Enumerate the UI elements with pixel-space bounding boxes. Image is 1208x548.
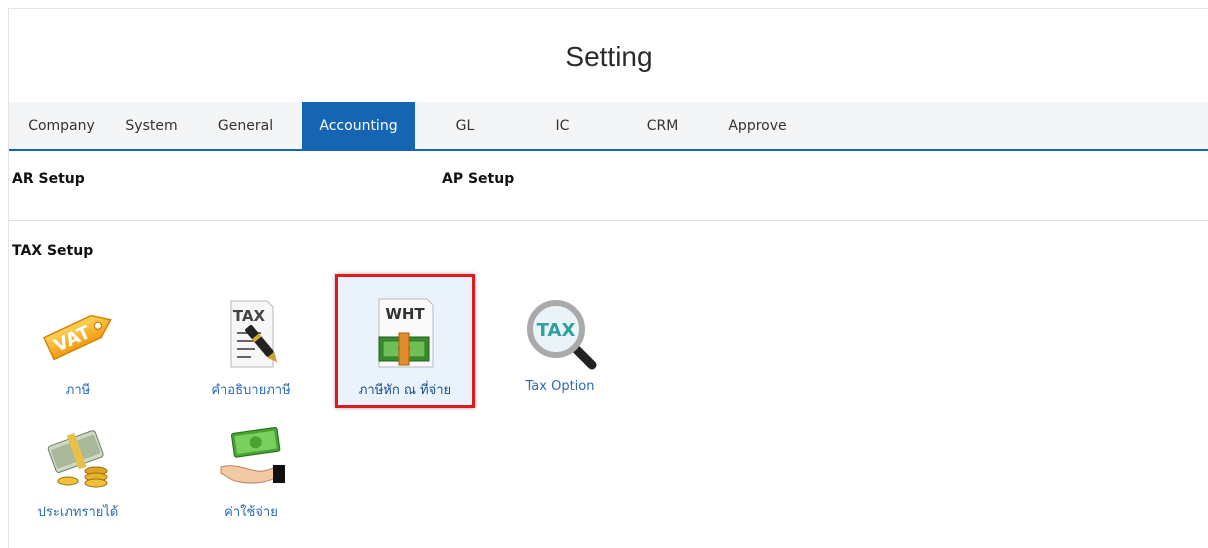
tax-item-label: ภาษีหัก ณ ที่จ่าย bbox=[358, 383, 452, 398]
tab-system[interactable]: System bbox=[114, 102, 189, 149]
section-ap-setup: AP Setup bbox=[442, 171, 515, 187]
tab-crm[interactable]: CRM bbox=[610, 102, 715, 149]
section-divider bbox=[9, 220, 1208, 221]
page-title: Setting bbox=[565, 40, 653, 72]
tax-item-label: Tax Option bbox=[525, 379, 595, 394]
tax-item-label: คำอธิบายภาษี bbox=[211, 383, 291, 398]
tab-company[interactable]: Company bbox=[9, 102, 114, 149]
tax-item-label: ประเภทรายได้ bbox=[37, 505, 119, 520]
tax-item-withholding[interactable]: WHT ภาษีหัก ณ ที่จ่าย bbox=[335, 274, 475, 408]
tab-approve[interactable]: Approve bbox=[715, 102, 800, 149]
section-ar-setup: AR Setup bbox=[12, 171, 85, 187]
tax-item-income-type[interactable]: ประเภทรายได้ bbox=[8, 409, 148, 524]
tax-item-label: ค่าใช้จ่าย bbox=[224, 505, 278, 520]
svg-text:WHT: WHT bbox=[385, 305, 425, 323]
tab-bar: Company System General Accounting GL IC … bbox=[9, 102, 1208, 151]
section-tax-setup: TAX Setup bbox=[12, 243, 94, 259]
tax-document-pen-icon: TAX bbox=[211, 293, 291, 373]
tab-accounting[interactable]: Accounting bbox=[302, 102, 415, 149]
wht-money-icon: WHT bbox=[365, 293, 445, 373]
tax-item-vat[interactable]: VAT ภาษี bbox=[8, 287, 148, 402]
hand-money-icon bbox=[211, 415, 291, 495]
tax-item-option[interactable]: TAX Tax Option bbox=[490, 287, 630, 402]
tab-gl[interactable]: GL bbox=[415, 102, 515, 149]
tab-ic[interactable]: IC bbox=[515, 102, 610, 149]
tax-item-description[interactable]: TAX คำอธิบายภาษี bbox=[181, 287, 321, 402]
settings-panel: Setting Company System General Accountin… bbox=[8, 8, 1208, 548]
tab-general[interactable]: General bbox=[189, 102, 302, 149]
vat-tag-icon: VAT bbox=[38, 293, 118, 373]
svg-text:TAX: TAX bbox=[233, 307, 266, 325]
tax-magnifier-icon: TAX bbox=[520, 293, 600, 373]
tax-item-label: ภาษี bbox=[65, 383, 91, 398]
tax-item-expense[interactable]: ค่าใช้จ่าย bbox=[181, 409, 321, 524]
money-coins-icon bbox=[38, 415, 118, 495]
svg-text:TAX: TAX bbox=[537, 320, 576, 341]
